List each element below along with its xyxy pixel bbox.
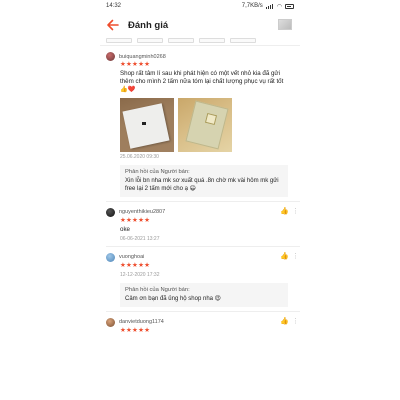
seller-reply-text: Cảm ơn bạn đã ủng hộ shop nha 😍 [125, 295, 221, 302]
review-text: oke [120, 225, 130, 233]
review-date: 12-12-2020 17:32 [120, 271, 160, 278]
thumbs-up-icon[interactable]: 👍 [280, 318, 289, 326]
avatar[interactable] [106, 317, 115, 327]
star-rating: ★★★★★ [120, 216, 151, 224]
app-header: Đánh giá [100, 12, 300, 38]
more-vertical-icon[interactable]: ⋮ [292, 253, 299, 261]
reviewer-name: vuonghoai [119, 254, 145, 261]
star-rating: ★★★★★ [120, 326, 151, 334]
network-speed: 7,7KB/s [241, 3, 263, 9]
more-vertical-icon[interactable]: ⋮ [292, 318, 299, 326]
status-indicators: 7,7KB/s ◠ [242, 3, 294, 10]
review-header: nguyenthikieu2807 [106, 207, 294, 217]
reviewer-name: buiquangminh0268 [119, 53, 166, 60]
more-vertical-icon[interactable]: ⋮ [292, 208, 299, 216]
avatar[interactable] [106, 52, 115, 61]
avatar[interactable] [106, 252, 115, 262]
battery-icon [285, 3, 294, 9]
filter-chip[interactable] [230, 38, 256, 43]
filter-chip[interactable] [199, 38, 225, 43]
page-title: Đánh giá [128, 19, 169, 31]
review-header: vuonghoai [106, 252, 294, 262]
review-item: buiquangminh0268 ★★★★★ Shop rất tâm lí s… [100, 46, 300, 201]
review-screen: 14:32 7,7KB/s ◠ Đánh giá buiquangminh026… [100, 0, 300, 400]
review-item: danvietduong1174 👍 ⋮ ★★★★★ [100, 312, 300, 339]
thumbs-up-icon[interactable]: 👍 [280, 253, 289, 261]
status-bar: 14:32 7,7KB/s ◠ [100, 0, 300, 12]
seller-reply: Phản hồi của Người bán: Xin lỗi bn nha m… [120, 164, 288, 197]
filter-chips [100, 38, 300, 46]
filter-chip[interactable] [168, 38, 194, 43]
review-photo[interactable] [120, 97, 174, 152]
seller-reply-title: Phản hồi của Người bán: [125, 168, 190, 175]
reviewer-name: danvietduong1174 [119, 319, 164, 326]
review-header: danvietduong1174 [106, 317, 294, 327]
seller-reply-title: Phản hồi của Người bán: [125, 286, 190, 293]
thumbs-up-icon[interactable]: 👍 [280, 208, 289, 216]
filter-chip[interactable] [137, 38, 163, 43]
status-time: 14:32 [106, 3, 122, 9]
review-date: 25.06.2020 09:30 [120, 153, 159, 160]
review-item: vuonghoai 👍 ⋮ ★★★★★ 12-12-2020 17:32 Phả… [100, 247, 300, 311]
review-text: Shop rất tâm lí sau khi phát hiện có một… [120, 70, 284, 94]
star-rating: ★★★★★ [120, 261, 151, 269]
review-date: 06-06-2021 13:27 [120, 235, 160, 242]
avatar[interactable] [106, 207, 115, 217]
reviewer-name: nguyenthikieu2807 [119, 209, 166, 216]
review-item: nguyenthikieu2807 👍 ⋮ ★★★★★ oke 06-06-20… [100, 202, 300, 246]
seller-reply: Phản hồi của Người bán: Cảm ơn bạn đã ủn… [120, 282, 288, 307]
star-rating: ★★★★★ [120, 61, 151, 68]
seller-reply-text: Xin lỗi bn nha mk sơ xuất quá .8n chờ mk… [125, 177, 279, 192]
product-thumbnail[interactable] [278, 19, 292, 30]
review-header: buiquangminh0268 [106, 52, 294, 61]
wifi-icon: ◠ [276, 3, 282, 10]
signal-icon [265, 3, 274, 9]
review-photo[interactable] [178, 97, 232, 152]
back-arrow-icon[interactable] [106, 18, 120, 32]
filter-chip[interactable] [106, 38, 132, 43]
review-photos [120, 97, 294, 152]
